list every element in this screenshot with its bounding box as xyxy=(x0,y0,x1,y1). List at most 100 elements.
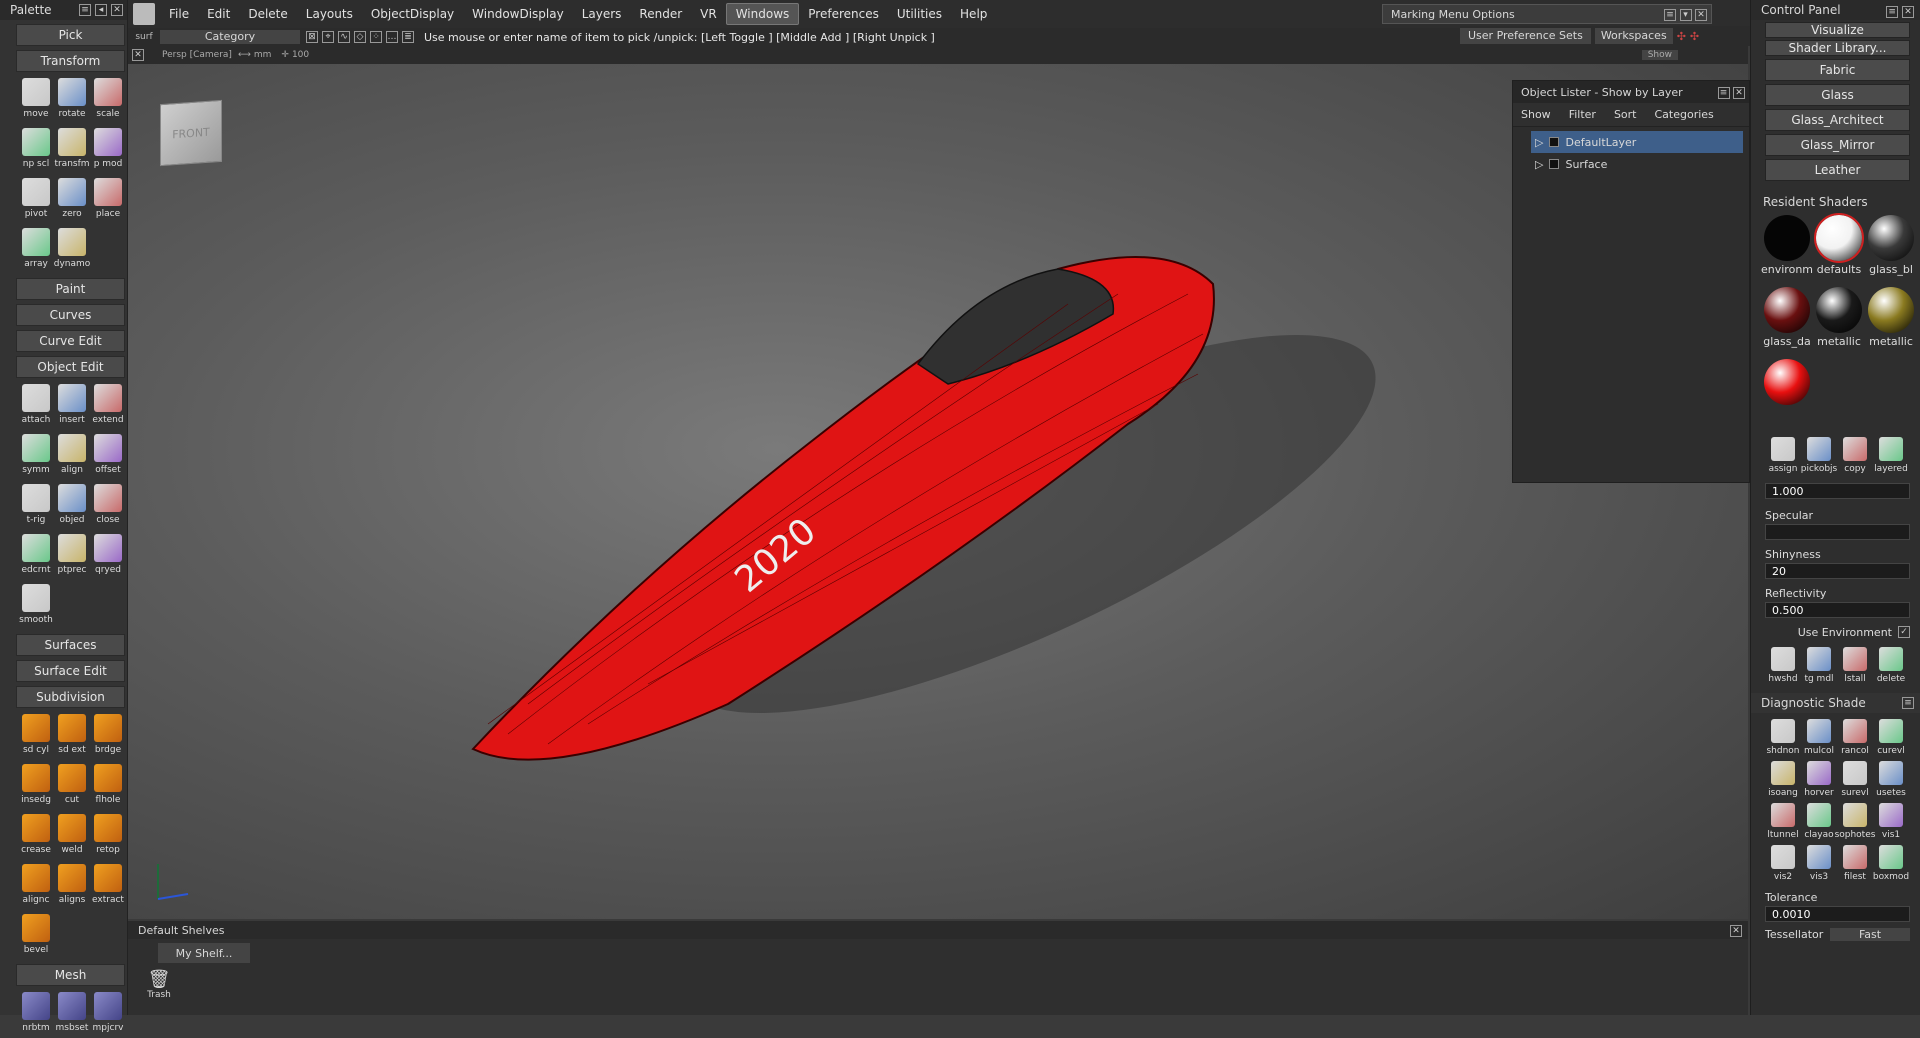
tool-offset[interactable]: offset xyxy=(90,434,126,480)
tessellator-dropdown[interactable]: Fast xyxy=(1830,928,1910,941)
tool-alignc[interactable]: alignc xyxy=(18,864,54,910)
pick-point-icon[interactable]: ⁘ xyxy=(370,31,382,43)
trash-tool[interactable]: 🗑 Trash xyxy=(146,969,172,1000)
lister-tab-show[interactable]: Show xyxy=(1521,108,1551,121)
menu-windowdisplay[interactable]: WindowDisplay xyxy=(463,3,573,25)
tool-mulcol[interactable]: mulcol xyxy=(1801,719,1837,759)
tool-clayao[interactable]: clayao xyxy=(1801,803,1837,843)
menu-icon[interactable]: ≡ xyxy=(1902,697,1914,709)
shader-library-button[interactable]: Shader Library... xyxy=(1765,40,1910,56)
library-item[interactable]: Fabric xyxy=(1765,59,1910,81)
reflectivity-field[interactable]: 0.500 xyxy=(1765,602,1910,618)
lister-tab-categories[interactable]: Categories xyxy=(1655,108,1714,121)
tool-pickobjs[interactable]: pickobjs xyxy=(1801,437,1837,477)
library-item[interactable]: Leather xyxy=(1765,159,1910,181)
tool-p-mod[interactable]: p mod xyxy=(90,128,126,174)
shader-swatch[interactable]: metallic xyxy=(1815,287,1863,355)
library-item[interactable]: Glass xyxy=(1765,84,1910,106)
shader-swatch[interactable]: glass_da xyxy=(1763,287,1811,355)
collapse-icon[interactable]: ◂ xyxy=(95,4,107,16)
tool-crease[interactable]: crease xyxy=(18,814,54,860)
tool-vis2[interactable]: vis2 xyxy=(1765,845,1801,885)
lister-item[interactable]: ▷ DefaultLayer xyxy=(1531,131,1743,153)
expand-icon[interactable]: ▷ xyxy=(1535,136,1543,149)
tool-smooth[interactable]: smooth xyxy=(18,584,54,630)
lister-item[interactable]: ▷ Surface xyxy=(1531,153,1743,175)
menu-icon[interactable]: ≡ xyxy=(79,4,91,16)
palette-section-paint[interactable]: Paint xyxy=(16,278,125,300)
tool-t-rig[interactable]: t-rig xyxy=(18,484,54,530)
user-preference-sets-button[interactable]: User Preference Sets xyxy=(1460,28,1591,44)
tool-ptprec[interactable]: ptprec xyxy=(54,534,90,580)
menu-utilities[interactable]: Utilities xyxy=(888,3,951,25)
tool-hwshd[interactable]: hwshd xyxy=(1765,647,1801,687)
tool-cut[interactable]: cut xyxy=(54,764,90,810)
3d-viewport[interactable]: FRONT 2020 xyxy=(128,64,1748,919)
tool-weld[interactable]: weld xyxy=(54,814,90,860)
menu-windows[interactable]: Windows xyxy=(725,3,800,25)
tool-filest[interactable]: filest xyxy=(1837,845,1873,885)
menu-delete[interactable]: Delete xyxy=(239,3,296,25)
tool-curevl[interactable]: curevl xyxy=(1873,719,1909,759)
tool-sd-ext[interactable]: sd ext xyxy=(54,714,90,760)
pick-more-icon[interactable]: … xyxy=(386,31,398,43)
tool-msbset[interactable]: msbset xyxy=(54,992,90,1038)
tool-layered[interactable]: layered xyxy=(1873,437,1909,477)
tool-rancol[interactable]: rancol xyxy=(1837,719,1873,759)
app-logo-icon[interactable] xyxy=(128,0,160,28)
pick-object-icon[interactable]: ⌖ xyxy=(322,31,334,43)
specular-slider[interactable] xyxy=(1765,524,1910,540)
tool-sd-cyl[interactable]: sd cyl xyxy=(18,714,54,760)
tool-insert[interactable]: insert xyxy=(54,384,90,430)
palette-section-subdivision[interactable]: Subdivision xyxy=(16,686,125,708)
show-button[interactable]: Show xyxy=(1641,50,1678,60)
visualize-dropdown[interactable]: Visualize xyxy=(1765,22,1910,38)
tool-nrbtm[interactable]: nrbtm xyxy=(18,992,54,1038)
close-icon[interactable]: ✕ xyxy=(111,4,123,16)
pick-surface-icon[interactable]: ◇ xyxy=(354,31,366,43)
tool-usetes[interactable]: usetes xyxy=(1873,761,1909,801)
shininess-field[interactable]: 20 xyxy=(1765,563,1910,579)
tool-vis3[interactable]: vis3 xyxy=(1801,845,1837,885)
library-item[interactable]: Glass_Architect xyxy=(1765,109,1910,131)
use-environment-checkbox[interactable]: ✓ xyxy=(1898,626,1910,638)
tool-copy[interactable]: copy xyxy=(1837,437,1873,477)
pick-box-icon[interactable]: ⊠ xyxy=(306,31,318,43)
expand-icon[interactable]: ▷ xyxy=(1535,158,1543,171)
menu-objectdisplay[interactable]: ObjectDisplay xyxy=(362,3,463,25)
snap-grid-icon[interactable]: ✣ xyxy=(1690,30,1699,43)
menu-layouts[interactable]: Layouts xyxy=(297,3,362,25)
tool-aligns[interactable]: aligns xyxy=(54,864,90,910)
tool-symm[interactable]: symm xyxy=(18,434,54,480)
library-item[interactable]: Glass_Mirror xyxy=(1765,134,1910,156)
tool-shdnon[interactable]: shdnon xyxy=(1765,719,1801,759)
tool-array[interactable]: array xyxy=(18,228,54,274)
tool-objed[interactable]: objed xyxy=(54,484,90,530)
tool-ltunnel[interactable]: ltunnel xyxy=(1765,803,1801,843)
viewport-close-icon[interactable]: ✕ xyxy=(132,49,144,61)
shader-swatch[interactable]: environm xyxy=(1761,215,1813,283)
tool-qryed[interactable]: qryed xyxy=(90,534,126,580)
tool-extend[interactable]: extend xyxy=(90,384,126,430)
pick-curve-icon[interactable]: ∿ xyxy=(338,31,350,43)
menu-edit[interactable]: Edit xyxy=(198,3,239,25)
tolerance-field[interactable]: 0.0010 xyxy=(1765,906,1910,922)
value-top-field[interactable]: 1.000 xyxy=(1765,483,1910,499)
palette-section-pick[interactable]: Pick xyxy=(16,24,125,46)
category-dropdown[interactable]: Category xyxy=(160,30,300,44)
palette-section-surfaces[interactable]: Surfaces xyxy=(16,634,125,656)
palette-section-object-edit[interactable]: Object Edit xyxy=(16,356,125,378)
tool-extract[interactable]: extract xyxy=(90,864,126,910)
shader-swatch[interactable]: metallic xyxy=(1867,287,1915,355)
menu-render[interactable]: Render xyxy=(630,3,691,25)
tool-boxmod[interactable]: boxmod xyxy=(1873,845,1909,885)
menu-file[interactable]: File xyxy=(160,3,198,25)
palette-section-mesh[interactable]: Mesh xyxy=(16,964,125,986)
lister-tab-sort[interactable]: Sort xyxy=(1614,108,1637,121)
marking-menu-options[interactable]: Marking Menu Options ≡ ▾ ✕ xyxy=(1382,4,1712,24)
menu-layers[interactable]: Layers xyxy=(573,3,631,25)
tool-isoang[interactable]: isoang xyxy=(1765,761,1801,801)
tool-align[interactable]: align xyxy=(54,434,90,480)
palette-section-surface-edit[interactable]: Surface Edit xyxy=(16,660,125,682)
snap-icon[interactable]: ✣ xyxy=(1677,30,1686,43)
